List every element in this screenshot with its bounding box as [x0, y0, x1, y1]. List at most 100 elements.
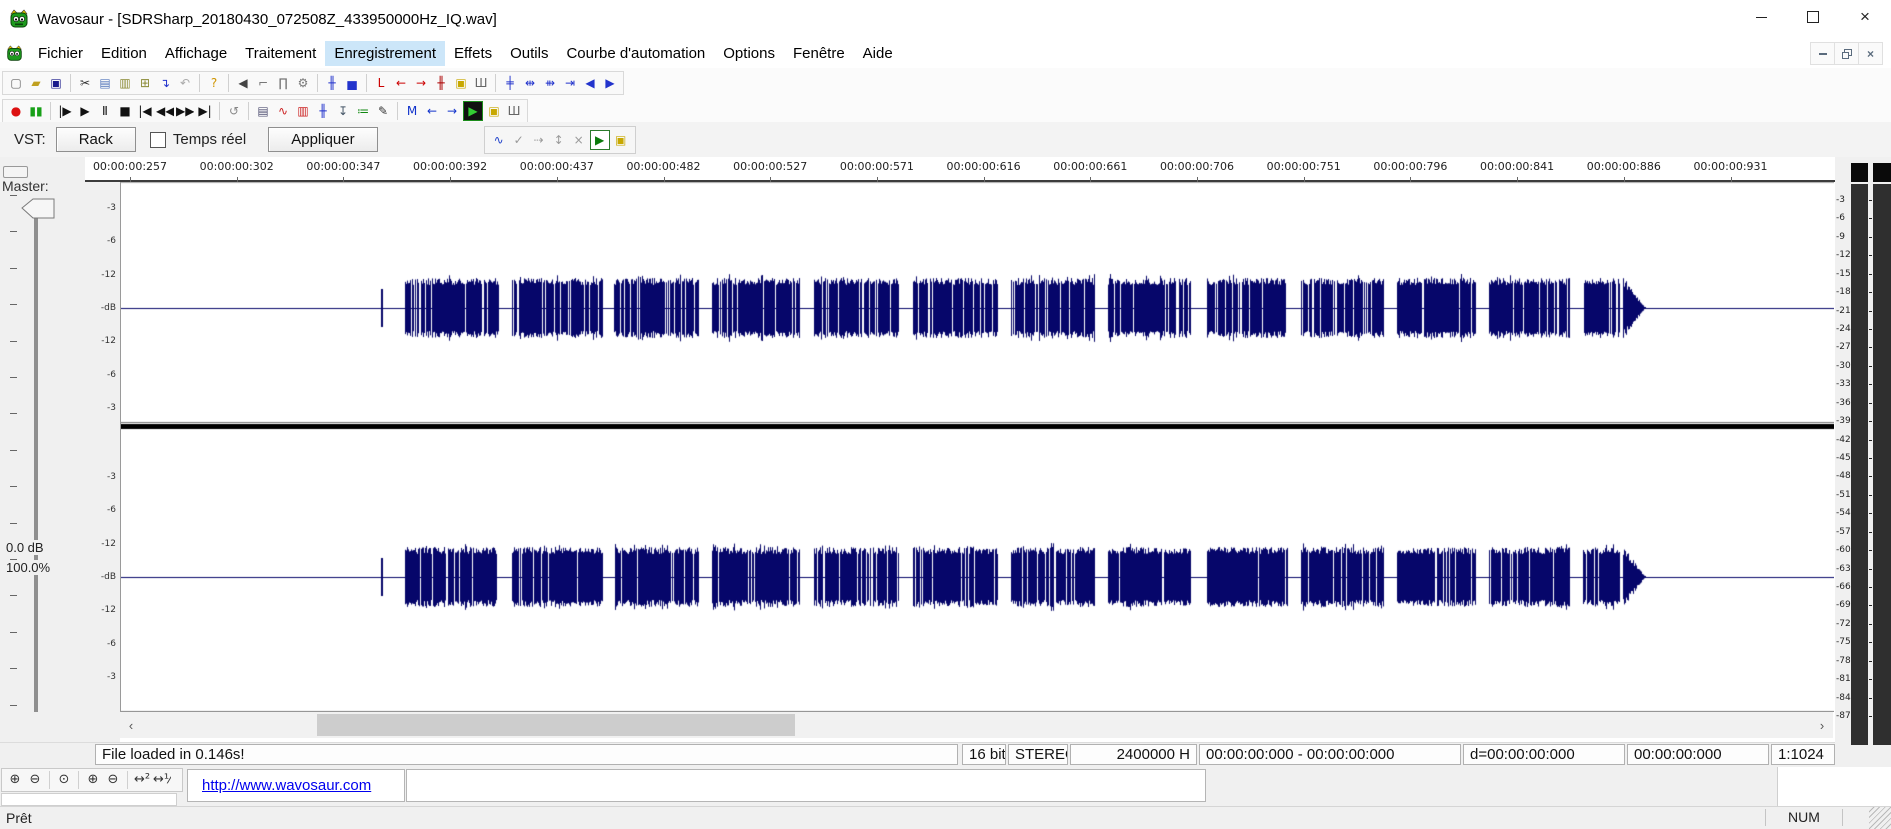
resize-grip[interactable]: [1869, 807, 1891, 829]
lock-automation-icon[interactable]: ▣: [612, 131, 630, 149]
trash-icon[interactable]: Ш: [472, 74, 490, 92]
prev-view-icon[interactable]: ◀: [581, 74, 599, 92]
help-icon[interactable]: ?: [205, 74, 223, 92]
forward-icon[interactable]: ▶▶: [176, 102, 194, 120]
zoom-selection-icon[interactable]: ⊙: [55, 771, 73, 789]
lock-icon[interactable]: ▣: [452, 74, 470, 92]
copy-icon[interactable]: ▤: [96, 74, 114, 92]
time-ruler[interactable]: 00:00:00:25700:00:00:30200:00:00:34700:0…: [0, 157, 1891, 182]
channel-mode-field: STEREO: [1008, 744, 1068, 765]
menu-item-aide[interactable]: Aide: [854, 41, 902, 66]
waveform-view-icon[interactable]: ╫: [323, 74, 341, 92]
meter-label: -30: [1836, 361, 1850, 371]
scroll-left-arrow[interactable]: ‹: [120, 712, 142, 738]
open-file-icon[interactable]: ▰: [27, 74, 45, 92]
loop-point-icon[interactable]: L: [372, 74, 390, 92]
zoom-out-wave-icon[interactable]: ⇹: [521, 74, 539, 92]
resample-icon[interactable]: ╫: [314, 102, 332, 120]
ruler-label: 00:00:00:437: [512, 160, 602, 173]
zoom-in-fine-icon[interactable]: ⊕: [84, 771, 102, 789]
selection-play-icon[interactable]: ▶: [463, 101, 483, 121]
zoom-100-icon[interactable]: ⇥: [561, 74, 579, 92]
paste-special-icon[interactable]: ⊞: [136, 74, 154, 92]
record-icon[interactable]: ●: [7, 102, 25, 120]
cut-icon[interactable]: ✂: [76, 74, 94, 92]
marker-list-icon[interactable]: ≔: [354, 102, 372, 120]
zoom-vertical-icon[interactable]: ╪: [501, 74, 519, 92]
selection-wave-icon[interactable]: ╫: [432, 74, 450, 92]
statistics-icon[interactable]: ∿: [274, 102, 292, 120]
maximize-button[interactable]: [1787, 0, 1839, 34]
move-points-icon[interactable]: ⇢: [530, 131, 548, 149]
vst-rack-button[interactable]: Rack: [56, 127, 136, 152]
menu-item-traitement[interactable]: Traitement: [236, 41, 325, 66]
trim-icon[interactable]: ↴: [156, 74, 174, 92]
speaker-icon[interactable]: ◀: [234, 74, 252, 92]
menu-item-options[interactable]: Options: [714, 41, 784, 66]
realtime-checkbox[interactable]: [150, 132, 166, 148]
waveform-canvas[interactable]: [120, 182, 1834, 712]
wrench-icon[interactable]: ⚙: [294, 74, 312, 92]
scroll-right-arrow[interactable]: ›: [1811, 712, 1833, 738]
apply-curve-icon[interactable]: ✓: [510, 131, 528, 149]
go-start-icon[interactable]: |◀: [136, 102, 154, 120]
horizontal-scrollbar[interactable]: ‹ ›: [120, 712, 1833, 738]
master-fader-track[interactable]: [34, 215, 38, 712]
new-file-icon[interactable]: ▢: [7, 74, 25, 92]
curve-tool-icon[interactable]: ∿: [490, 131, 508, 149]
normalize-icon[interactable]: ↧: [334, 102, 352, 120]
save-file-icon[interactable]: ▣: [47, 74, 65, 92]
loop-icon[interactable]: ↺: [225, 102, 243, 120]
pause-icon[interactable]: Ⅱ: [96, 102, 114, 120]
vst-apply-button[interactable]: Appliquer: [268, 127, 377, 152]
rewind-icon[interactable]: ◀◀: [156, 102, 174, 120]
pencil-icon[interactable]: ✎: [374, 102, 392, 120]
selection-left-icon[interactable]: ←: [392, 74, 410, 92]
menu-item-courbe-d-automation[interactable]: Courbe d'automation: [557, 41, 714, 66]
play-cursor-icon[interactable]: |▶: [56, 102, 74, 120]
menu-item-fichier[interactable]: Fichier: [29, 41, 92, 66]
paste-icon[interactable]: ▥: [116, 74, 134, 92]
marker-next-icon[interactable]: →: [443, 102, 461, 120]
trash2-icon[interactable]: Ш: [505, 102, 523, 120]
lock2-icon[interactable]: ▣: [485, 102, 503, 120]
zoom-x2-icon[interactable]: ↔²: [133, 771, 151, 789]
vu-meter-icon[interactable]: ▮▮: [27, 102, 45, 120]
marker-prev-icon[interactable]: ←: [423, 102, 441, 120]
go-end-icon[interactable]: ▶|: [196, 102, 214, 120]
mdi-minimize-button[interactable]: [1810, 42, 1835, 65]
menu-item-outils[interactable]: Outils: [501, 41, 557, 66]
zoom-out-fine-icon[interactable]: ⊖: [104, 771, 122, 789]
node-chain-icon[interactable]: ∏: [274, 74, 292, 92]
menu-item-enregistrement[interactable]: Enregistrement: [325, 41, 445, 66]
waveform-filled-icon[interactable]: ▅: [343, 74, 361, 92]
delete-points-icon[interactable]: ×: [570, 131, 588, 149]
minimize-button[interactable]: [1735, 0, 1787, 34]
scale-points-icon[interactable]: ↕: [550, 131, 568, 149]
master-fader-handle[interactable]: [20, 197, 56, 220]
zoom-half-icon[interactable]: ↔½: [153, 771, 171, 789]
scrollbar-thumb[interactable]: [317, 714, 795, 736]
marker-add-icon[interactable]: M: [403, 102, 421, 120]
close-button[interactable]: ×: [1839, 0, 1891, 34]
node-connect-icon[interactable]: ⌐: [254, 74, 272, 92]
next-view-icon[interactable]: ▶: [601, 74, 619, 92]
menu-item-effets[interactable]: Effets: [445, 41, 501, 66]
selection-right-icon[interactable]: →: [412, 74, 430, 92]
zoom-out-icon[interactable]: ⊖: [26, 771, 44, 789]
batch-icon[interactable]: ▥: [294, 102, 312, 120]
menu-item-affichage[interactable]: Affichage: [156, 41, 236, 66]
menu-item-fen-tre[interactable]: Fenêtre: [784, 41, 854, 66]
mdi-restore-button[interactable]: [1835, 42, 1859, 65]
wavosaur-link[interactable]: http://www.wavosaur.com: [202, 777, 371, 794]
stop-icon[interactable]: ■: [116, 102, 134, 120]
copy-to-new-icon[interactable]: ▤: [254, 102, 272, 120]
mdi-close-button[interactable]: ×: [1859, 42, 1883, 65]
undo-icon[interactable]: ↶: [176, 74, 194, 92]
menu-item-edition[interactable]: Edition: [92, 41, 156, 66]
zoom-in-wave-icon[interactable]: ⇻: [541, 74, 559, 92]
play-icon[interactable]: ▶: [76, 102, 94, 120]
toolbar-separator: [127, 771, 128, 789]
play-automation-icon[interactable]: ▶: [590, 130, 610, 150]
zoom-in-icon[interactable]: ⊕: [6, 771, 24, 789]
